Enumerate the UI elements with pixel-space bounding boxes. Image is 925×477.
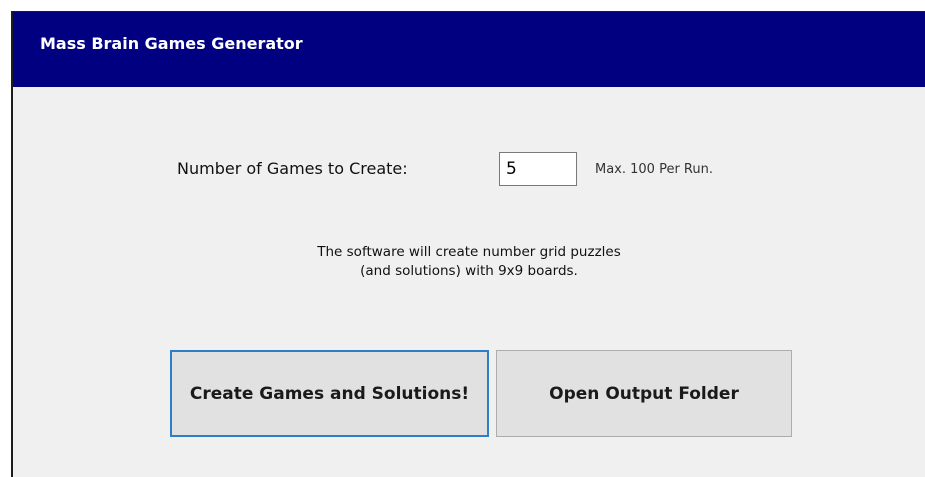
games-count-row: Number of Games to Create: Max. 100 Per … [13, 152, 925, 186]
games-count-input[interactable] [499, 152, 577, 186]
games-count-label: Number of Games to Create: [177, 159, 408, 178]
create-games-button[interactable]: Create Games and Solutions! [170, 350, 489, 437]
app-window: Mass Brain Games Generator Number of Gam… [11, 11, 925, 477]
description-line-1: The software will create number grid puz… [317, 244, 621, 260]
open-output-folder-button[interactable]: Open Output Folder [496, 350, 792, 437]
window-title: Mass Brain Games Generator [40, 34, 303, 53]
description-text: The software will create number grid puz… [13, 243, 925, 281]
max-per-run-note: Max. 100 Per Run. [595, 162, 713, 177]
title-bar: Mass Brain Games Generator [13, 12, 925, 87]
description-line-2: (and solutions) with 9x9 boards. [360, 263, 578, 279]
